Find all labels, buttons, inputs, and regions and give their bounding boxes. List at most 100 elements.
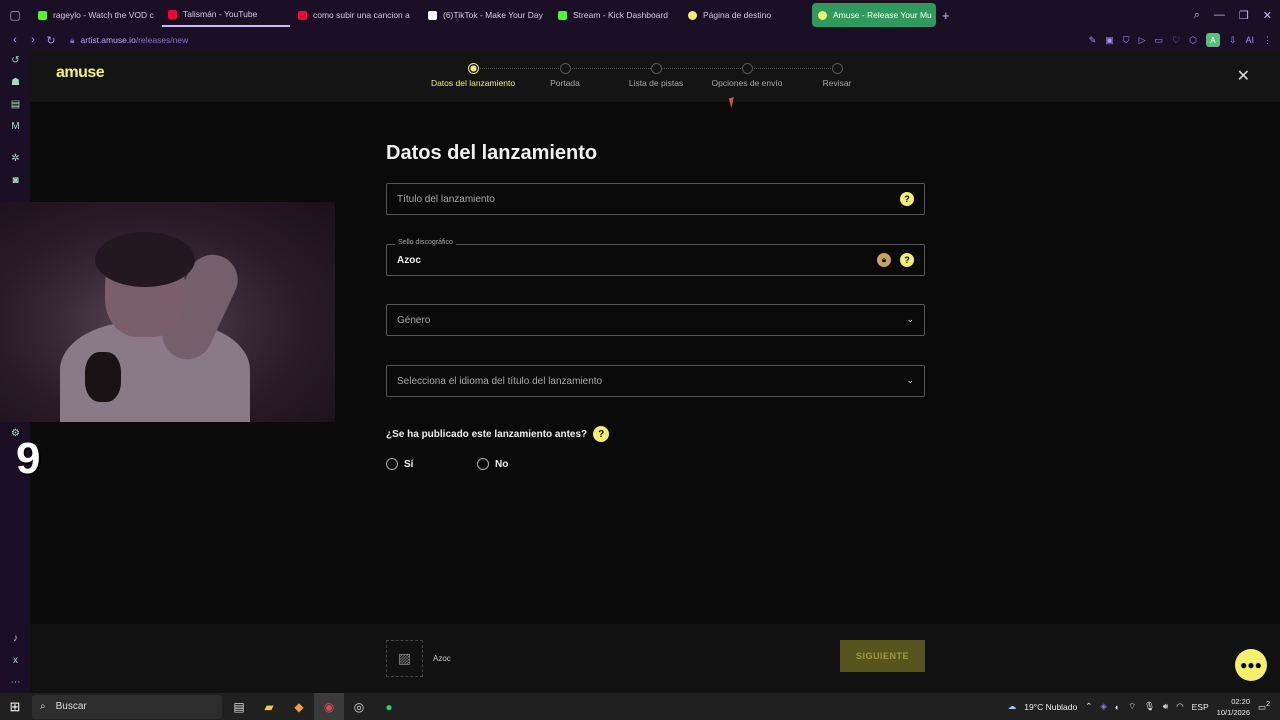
lock-icon: 🔒︎ [70, 34, 75, 45]
step-dot [650, 63, 662, 74]
messenger-icon[interactable]: M [9, 120, 22, 133]
weather-icon: ☁ [1007, 701, 1017, 711]
tab-kick-vod[interactable]: rageylo - Watch the VOD c [32, 3, 160, 27]
tab-kick-dashboard[interactable]: Stream - Kick Dashboard [552, 3, 680, 27]
webcam-person-hair [95, 232, 195, 287]
browser-icon[interactable]: ◎ [344, 693, 374, 720]
step-dot [741, 63, 753, 74]
step-delivery-options[interactable]: Opciones de envío [702, 63, 792, 88]
record-label-field[interactable]: Sello discográfico Azoc 🔒︎ ? [386, 239, 925, 276]
grok-icon[interactable]: x [9, 654, 22, 667]
kick-icon [558, 10, 567, 20]
url-field[interactable]: 🔒︎ artist.amuse.io/releases/new [70, 35, 188, 46]
spotify-icon[interactable]: ● [374, 693, 404, 720]
network-icon[interactable]: ⌔ [1128, 701, 1136, 712]
file-explorer-icon[interactable]: ▰ [254, 693, 284, 720]
task-view-icon[interactable]: ▤ [224, 693, 254, 720]
notifications-icon[interactable]: ▭2 [1258, 700, 1270, 713]
download-icon[interactable]: ⇩ [1229, 35, 1237, 46]
restore-icon[interactable]: ❐ [1239, 9, 1249, 22]
radio-yes-label: Sí [404, 458, 414, 470]
radio-no[interactable]: No [477, 458, 508, 470]
fl-studio-icon[interactable]: ◆ [284, 693, 314, 720]
tray-chevron-icon[interactable]: ⌃ [1085, 701, 1092, 712]
back-icon[interactable]: ‹ [6, 34, 24, 46]
notification-count: 2 [1266, 700, 1270, 709]
sidebar-toggle-icon[interactable]: ▢ [0, 0, 30, 30]
next-button[interactable]: SIGUIENTE [840, 640, 925, 672]
radio-circle[interactable] [386, 458, 398, 470]
step-dot [559, 63, 571, 74]
close-window-icon[interactable]: ✕ [1263, 9, 1272, 22]
address-bar: ‹ › ↻ 🔒︎ artist.amuse.io/releases/new ✎ … [0, 30, 1280, 50]
profile-avatar[interactable]: A [1205, 33, 1220, 47]
play-icon[interactable]: ▷ [1139, 35, 1146, 46]
help-icon[interactable]: ? [900, 253, 914, 267]
tiktok-sidebar-icon[interactable]: ♪ [9, 632, 22, 645]
footer-release-name: Azoc [433, 654, 451, 663]
tab-landing-page[interactable]: Página de destino [682, 3, 810, 27]
step-review[interactable]: Revisar [797, 63, 877, 88]
tab-youtube-subir[interactable]: como subir una cancion a [292, 3, 420, 27]
step-cover[interactable]: Portada [525, 63, 605, 88]
steam-icon[interactable]: ◐ [1115, 702, 1120, 712]
radio-yes[interactable]: Sí [386, 458, 413, 470]
browser-tab-strip: ▢ rageylo - Watch the VOD c Talismán - Y… [0, 0, 1280, 30]
cover-image-placeholder-icon: ▨ [386, 640, 423, 677]
release-footer: ▨ Azoc SIGUIENTE ●●● [30, 624, 1280, 693]
weather-text[interactable]: 19°C Nublado [1024, 702, 1077, 712]
volume-icon[interactable]: 🔊︎ [1163, 701, 1168, 712]
step-release-data[interactable]: Datos del lanzamiento [426, 63, 520, 88]
pin-icon[interactable]: ✎ [1089, 35, 1097, 46]
published-before-question: ¿Se ha publicado este lanzamiento antes?… [386, 426, 610, 442]
windows-start-icon[interactable]: ⊞ [0, 693, 30, 720]
step-tracklist[interactable]: Lista de pistas [616, 63, 696, 88]
minimize-icon[interactable]: — [1214, 9, 1225, 21]
notes-icon[interactable]: ▤ [9, 98, 22, 111]
close-icon[interactable]: ✕ [1237, 66, 1250, 86]
wifi-icon[interactable]: ◠ [1176, 701, 1183, 712]
history-icon[interactable]: ↺ [9, 54, 22, 67]
taskbar-search-label: Buscar [55, 701, 87, 712]
genre-select[interactable]: Género ⌄ [386, 304, 925, 336]
chevron-down-icon: ⌄ [906, 314, 914, 324]
search-tabs-icon[interactable]: ⌕ [1194, 9, 1200, 22]
bookmarks-icon[interactable]: ☗ [9, 76, 22, 89]
microphone-icon[interactable]: 🎙︎ [1144, 701, 1155, 712]
taskbar-search[interactable]: ⌕ Buscar [32, 694, 222, 719]
menu-icon[interactable]: ⋮ [1263, 35, 1272, 46]
title-language-select[interactable]: Selecciona el idioma del título del lanz… [386, 365, 925, 397]
help-icon[interactable]: ? [900, 192, 914, 206]
clock[interactable]: 02:20 10/1/2026 [1217, 696, 1250, 718]
tab-youtube-talisman[interactable]: Talismán - YouTube [162, 3, 290, 27]
extensions-icon[interactable]: ⬡ [1189, 35, 1197, 46]
language-indicator[interactable]: ESP [1192, 702, 1209, 712]
tray-app-icon[interactable]: ◈ [1100, 701, 1107, 712]
page-title: Datos del lanzamiento [386, 142, 598, 164]
wallet-icon[interactable]: ▭ [1154, 35, 1163, 46]
help-icon[interactable]: ? [593, 426, 610, 442]
screenshot-icon[interactable]: ▣ [1105, 35, 1114, 46]
chat-support-icon[interactable]: ●●● [1235, 649, 1267, 681]
radio-no-label: No [495, 458, 509, 470]
amuse-icon [688, 10, 697, 20]
language-placeholder: Selecciona el idioma del título del lanz… [397, 375, 603, 387]
forward-icon[interactable]: › [24, 34, 42, 46]
tab-amuse-current[interactable]: Amuse - Release Your Mu [812, 3, 936, 27]
heart-icon[interactable]: ♡ [1172, 35, 1180, 46]
webcam-overlay [0, 202, 335, 422]
reload-icon[interactable]: ↻ [42, 34, 60, 47]
tab-tiktok[interactable]: (6)TikTok - Make Your Day [422, 3, 550, 27]
chatgpt-icon[interactable]: ✲ [9, 152, 22, 165]
ai-button[interactable]: AI [1245, 35, 1254, 45]
more-icon[interactable]: ⋯ [9, 676, 22, 689]
release-title-input[interactable]: Título del lanzamiento ? [386, 183, 925, 215]
obs-icon[interactable]: ◉ [314, 693, 344, 720]
address-bar-tools: ✎ ▣ ⛉ ▷ ▭ ♡ ⬡ A ⇩ AI ⋮ [1089, 30, 1272, 50]
new-tab-button[interactable]: + [942, 8, 950, 23]
youtube-icon [168, 9, 177, 19]
shield-icon[interactable]: ⛉ [1123, 35, 1130, 46]
radio-circle[interactable] [477, 458, 489, 470]
app-icon[interactable]: ◙ [9, 174, 22, 187]
chevron-down-icon: ⌄ [906, 375, 914, 385]
